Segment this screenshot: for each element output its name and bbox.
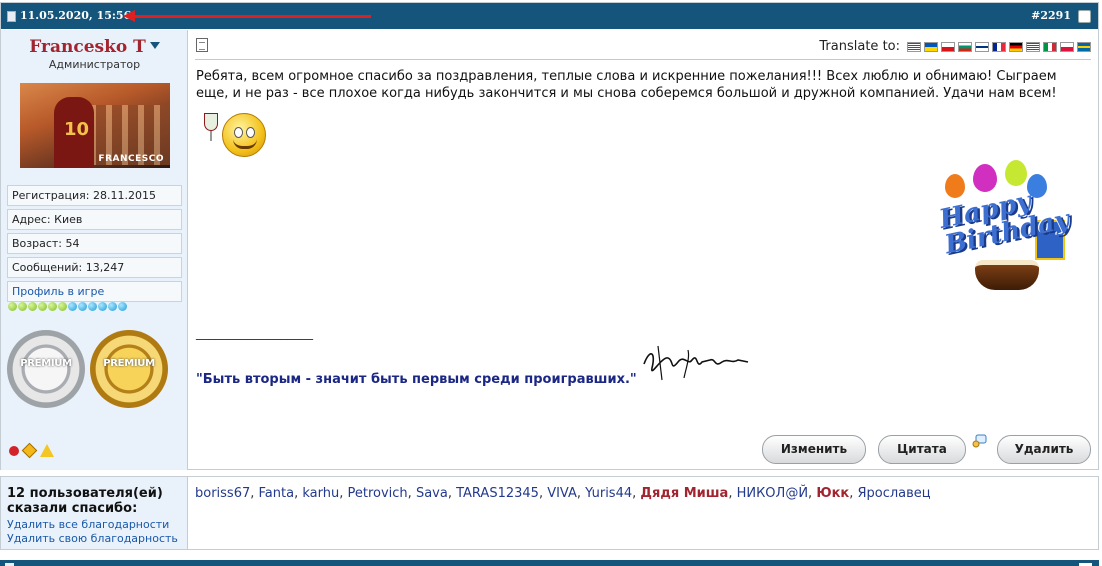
cz-flag-icon[interactable] bbox=[941, 41, 955, 52]
reputation-dot-icon bbox=[28, 302, 37, 311]
thanks-user-link[interactable]: Дядя Миша bbox=[640, 486, 728, 501]
reputation-dot-icon bbox=[108, 302, 117, 311]
thanks-user-link[interactable]: НИКОЛ@Й bbox=[737, 486, 808, 501]
reputation-dot-icon bbox=[118, 302, 127, 311]
thanks-user-link[interactable]: TARAS12345 bbox=[456, 486, 539, 501]
it-flag-icon[interactable] bbox=[1043, 41, 1057, 52]
thanks-user-link[interactable]: Ярославец bbox=[857, 486, 930, 501]
game-profile-link[interactable]: Профиль в игре bbox=[7, 281, 182, 302]
translate-label: Translate to: bbox=[819, 39, 900, 54]
offline-status-icon bbox=[9, 445, 19, 456]
post-document-icon bbox=[7, 11, 16, 22]
thanks-user-link[interactable]: Petrovich bbox=[347, 486, 407, 501]
ua-flag-icon[interactable] bbox=[924, 41, 938, 52]
user-role: Администратор bbox=[48, 58, 141, 71]
fr-flag-icon[interactable] bbox=[992, 41, 1006, 52]
post-content: Translate to: Ребята, всем огромное спас… bbox=[189, 30, 1099, 470]
thanks-user-link[interactable]: boriss67 bbox=[195, 486, 250, 501]
delete-button[interactable]: Удалить bbox=[997, 435, 1091, 464]
post-header: 11.05.2020, 15:56 #2291 bbox=[1, 3, 1098, 29]
reputation-dot-icon bbox=[18, 302, 27, 311]
remove-all-thanks-link[interactable]: Удалить все благодарности bbox=[7, 518, 169, 531]
thanks-title: 12 пользователя(ей) сказали спасибо: bbox=[7, 486, 163, 516]
thanks-sidebar: 12 пользователя(ей) сказали спасибо: Уда… bbox=[1, 477, 188, 549]
reputation-dot-icon bbox=[8, 302, 17, 311]
thanks-user-link[interactable]: VIVA bbox=[547, 486, 577, 501]
remove-own-thanks-link[interactable]: Удалить свою благодарность bbox=[7, 532, 178, 545]
post-date: 11.05.2020, 15:56 bbox=[20, 9, 132, 22]
silver-premium-medal-icon: PREMIUM bbox=[7, 330, 85, 408]
reputation-dot-icon bbox=[88, 302, 97, 311]
thanks-section: 12 пользователя(ей) сказали спасибо: Уда… bbox=[0, 476, 1099, 550]
handwritten-signature-image bbox=[643, 345, 749, 381]
smiley-emoticon-icon bbox=[222, 113, 266, 157]
user-status-icons bbox=[9, 442, 54, 459]
bg-flag-icon[interactable] bbox=[958, 41, 972, 52]
reputation-dot-icon bbox=[68, 302, 77, 311]
user-post-count: Сообщений: 13,247 bbox=[7, 257, 182, 278]
avatar: 10 FRANCESCO bbox=[20, 83, 170, 168]
reputation-dot-icon bbox=[38, 302, 47, 311]
signature-separator: __________________ bbox=[196, 326, 313, 341]
thanks-user-link[interactable]: karhu bbox=[302, 486, 339, 501]
thanks-user-link[interactable]: Yuris44 bbox=[585, 486, 632, 501]
thanks-user-link[interactable]: Sava bbox=[416, 486, 448, 501]
user-address: Адрес: Киев bbox=[7, 209, 182, 230]
gr-flag-icon[interactable] bbox=[1026, 41, 1040, 52]
us-flag-icon[interactable] bbox=[907, 41, 921, 52]
username-link[interactable]: Francesko T bbox=[29, 37, 146, 57]
red-arrow-line bbox=[133, 15, 371, 18]
thanks-user-list: boriss67, Fanta, karhu, Petrovich, Sava,… bbox=[195, 486, 931, 501]
thanks-user-link[interactable]: Fanta bbox=[259, 486, 295, 501]
reputation-dot-icon bbox=[58, 302, 67, 311]
reputation-dots bbox=[8, 302, 127, 311]
edit-button[interactable]: Изменить bbox=[762, 435, 866, 464]
thanks-user-link[interactable]: Юкк bbox=[816, 486, 849, 501]
post-select-checkbox[interactable] bbox=[1078, 10, 1091, 23]
report-warning-icon[interactable] bbox=[40, 444, 54, 457]
reputation-dot-icon bbox=[98, 302, 107, 311]
se-flag-icon[interactable] bbox=[1077, 41, 1091, 52]
quote-button[interactable]: Цитата bbox=[878, 435, 966, 464]
pl-flag-icon[interactable] bbox=[1060, 41, 1074, 52]
post-number-link[interactable]: #2291 bbox=[1031, 9, 1071, 22]
gold-premium-medal-icon: PREMIUM bbox=[90, 330, 168, 408]
user-age: Возраст: 54 bbox=[7, 233, 182, 254]
wine-glass-icon bbox=[204, 113, 218, 141]
user-registration: Регистрация: 28.11.2015 bbox=[7, 185, 182, 206]
post-paper-icon bbox=[196, 38, 208, 52]
avatar-jersey-number: 10 bbox=[64, 119, 90, 140]
signature-quote: "Быть вторым - значит быть первым среди … bbox=[196, 372, 637, 387]
content-divider bbox=[195, 59, 1091, 60]
user-menu-chevron-down-icon[interactable] bbox=[149, 42, 160, 49]
reputation-dot-icon bbox=[48, 302, 57, 311]
next-post-header bbox=[0, 560, 1099, 566]
de-flag-icon[interactable] bbox=[1009, 41, 1023, 52]
reputation-diamond-icon[interactable] bbox=[21, 442, 38, 459]
avatar-caption: FRANCESCO bbox=[98, 154, 164, 164]
fi-flag-icon[interactable] bbox=[975, 41, 989, 52]
username-block: Francesko T bbox=[1, 37, 188, 57]
translate-bar: Translate to: bbox=[819, 39, 1091, 54]
happy-birthday-image: Happy Birthday bbox=[935, 160, 1085, 308]
post-message-text: Ребята, всем огромное спасибо за поздрав… bbox=[196, 69, 1057, 101]
forum-post: 11.05.2020, 15:56 #2291 Francesko T Адми… bbox=[0, 2, 1099, 470]
multi-quote-icon[interactable] bbox=[972, 434, 987, 449]
reputation-dot-icon bbox=[78, 302, 87, 311]
user-sidebar: Francesko T Администратор 10 FRANCESCO Р… bbox=[1, 30, 188, 470]
